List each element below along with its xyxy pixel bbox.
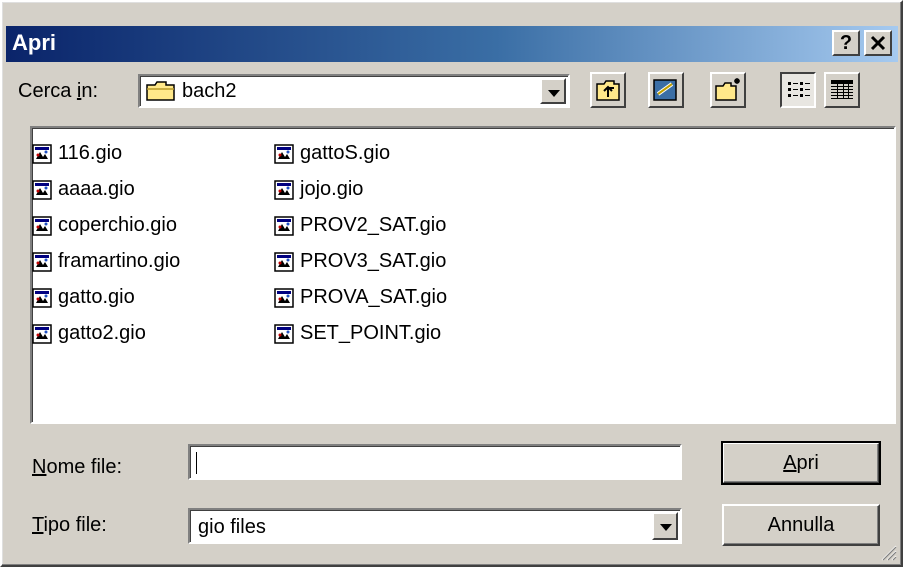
list-item[interactable]: coperchio.gio: [32, 214, 177, 240]
gio-file-icon: [274, 143, 294, 164]
new-folder-button[interactable]: [710, 72, 746, 108]
desktop-icon: [653, 79, 677, 101]
title-bar[interactable]: Apri ?: [6, 26, 898, 62]
filetype-combobox[interactable]: gio files: [188, 508, 682, 544]
file-name: 116.gio: [58, 142, 123, 165]
file-name: PROV3_SAT.gio: [300, 250, 447, 273]
list-view-button[interactable]: [780, 72, 816, 108]
up-folder-button[interactable]: [590, 72, 626, 108]
file-name: gattoS.gio: [300, 142, 391, 165]
gio-file-icon: [32, 179, 52, 200]
desktop-button[interactable]: [648, 72, 684, 108]
new-folder-icon: [715, 78, 740, 101]
filename-input[interactable]: [188, 444, 682, 480]
filetype-label: Tipo file:: [32, 514, 107, 536]
open-button[interactable]: Apri: [721, 441, 881, 485]
list-item[interactable]: gatto2.gio: [32, 322, 146, 348]
close-icon: [870, 35, 886, 51]
look-in-dropdown-button[interactable]: [540, 78, 566, 104]
file-name: aaaa.gio: [58, 178, 135, 201]
file-name: gatto.gio: [58, 286, 135, 309]
list-item[interactable]: PROV2_SAT.gio: [274, 214, 446, 240]
list-item[interactable]: 116.gio: [32, 142, 122, 168]
file-name: SET_POINT.gio: [300, 322, 442, 345]
file-name: coperchio.gio: [58, 214, 177, 237]
list-item[interactable]: jojo.gio: [274, 178, 363, 204]
file-list: 116.gio aaaa.gio coperchio.gio framartino.g…: [32, 126, 892, 422]
list-item[interactable]: PROV3_SAT.gio: [274, 250, 446, 276]
file-name: framartino.gio: [58, 250, 181, 273]
file-name: PROV2_SAT.gio: [300, 214, 447, 237]
gio-file-icon: [274, 287, 294, 308]
close-button[interactable]: [864, 30, 892, 56]
open-dialog: Apri ? Cerca in: bach2 116.gio aaaa.gio …: [0, 0, 903, 567]
filetype-value: gio files: [198, 516, 266, 538]
gio-file-icon: [274, 251, 294, 272]
gio-file-icon: [274, 323, 294, 344]
up-folder-icon: [596, 80, 620, 101]
file-name: gatto2.gio: [58, 322, 146, 345]
help-button[interactable]: ?: [832, 30, 860, 56]
text-caret: [196, 452, 197, 474]
list-item[interactable]: framartino.gio: [32, 250, 180, 276]
file-name: PROVA_SAT.gio: [300, 286, 448, 309]
look-in-combobox[interactable]: bach2: [138, 74, 570, 108]
look-in-value: bach2: [182, 80, 237, 102]
file-name: jojo.gio: [300, 178, 364, 201]
look-in-label: Cerca in:: [18, 80, 99, 102]
gio-file-icon: [274, 179, 294, 200]
list-item[interactable]: SET_POINT.gio: [274, 322, 441, 348]
list-item[interactable]: gattoS.gio: [274, 142, 390, 168]
list-item[interactable]: aaaa.gio: [32, 178, 135, 204]
filename-label: Nome file:: [32, 456, 123, 478]
gio-file-icon: [32, 143, 52, 164]
folder-icon: [146, 81, 175, 101]
gio-file-icon: [274, 215, 294, 236]
gio-file-icon: [32, 215, 52, 236]
details-view-button[interactable]: [824, 72, 860, 108]
list-item[interactable]: gatto.gio: [32, 286, 135, 312]
cancel-button[interactable]: Annulla: [722, 504, 880, 546]
gio-file-icon: [32, 251, 52, 272]
list-item[interactable]: PROVA_SAT.gio: [274, 286, 447, 312]
list-view-icon: [788, 82, 810, 97]
gio-file-icon: [32, 287, 52, 308]
window-title: Apri: [12, 30, 56, 55]
filetype-dropdown-button[interactable]: [652, 512, 678, 540]
resize-grip-icon[interactable]: [879, 543, 897, 561]
details-view-icon: [831, 80, 853, 99]
gio-file-icon: [32, 323, 52, 344]
